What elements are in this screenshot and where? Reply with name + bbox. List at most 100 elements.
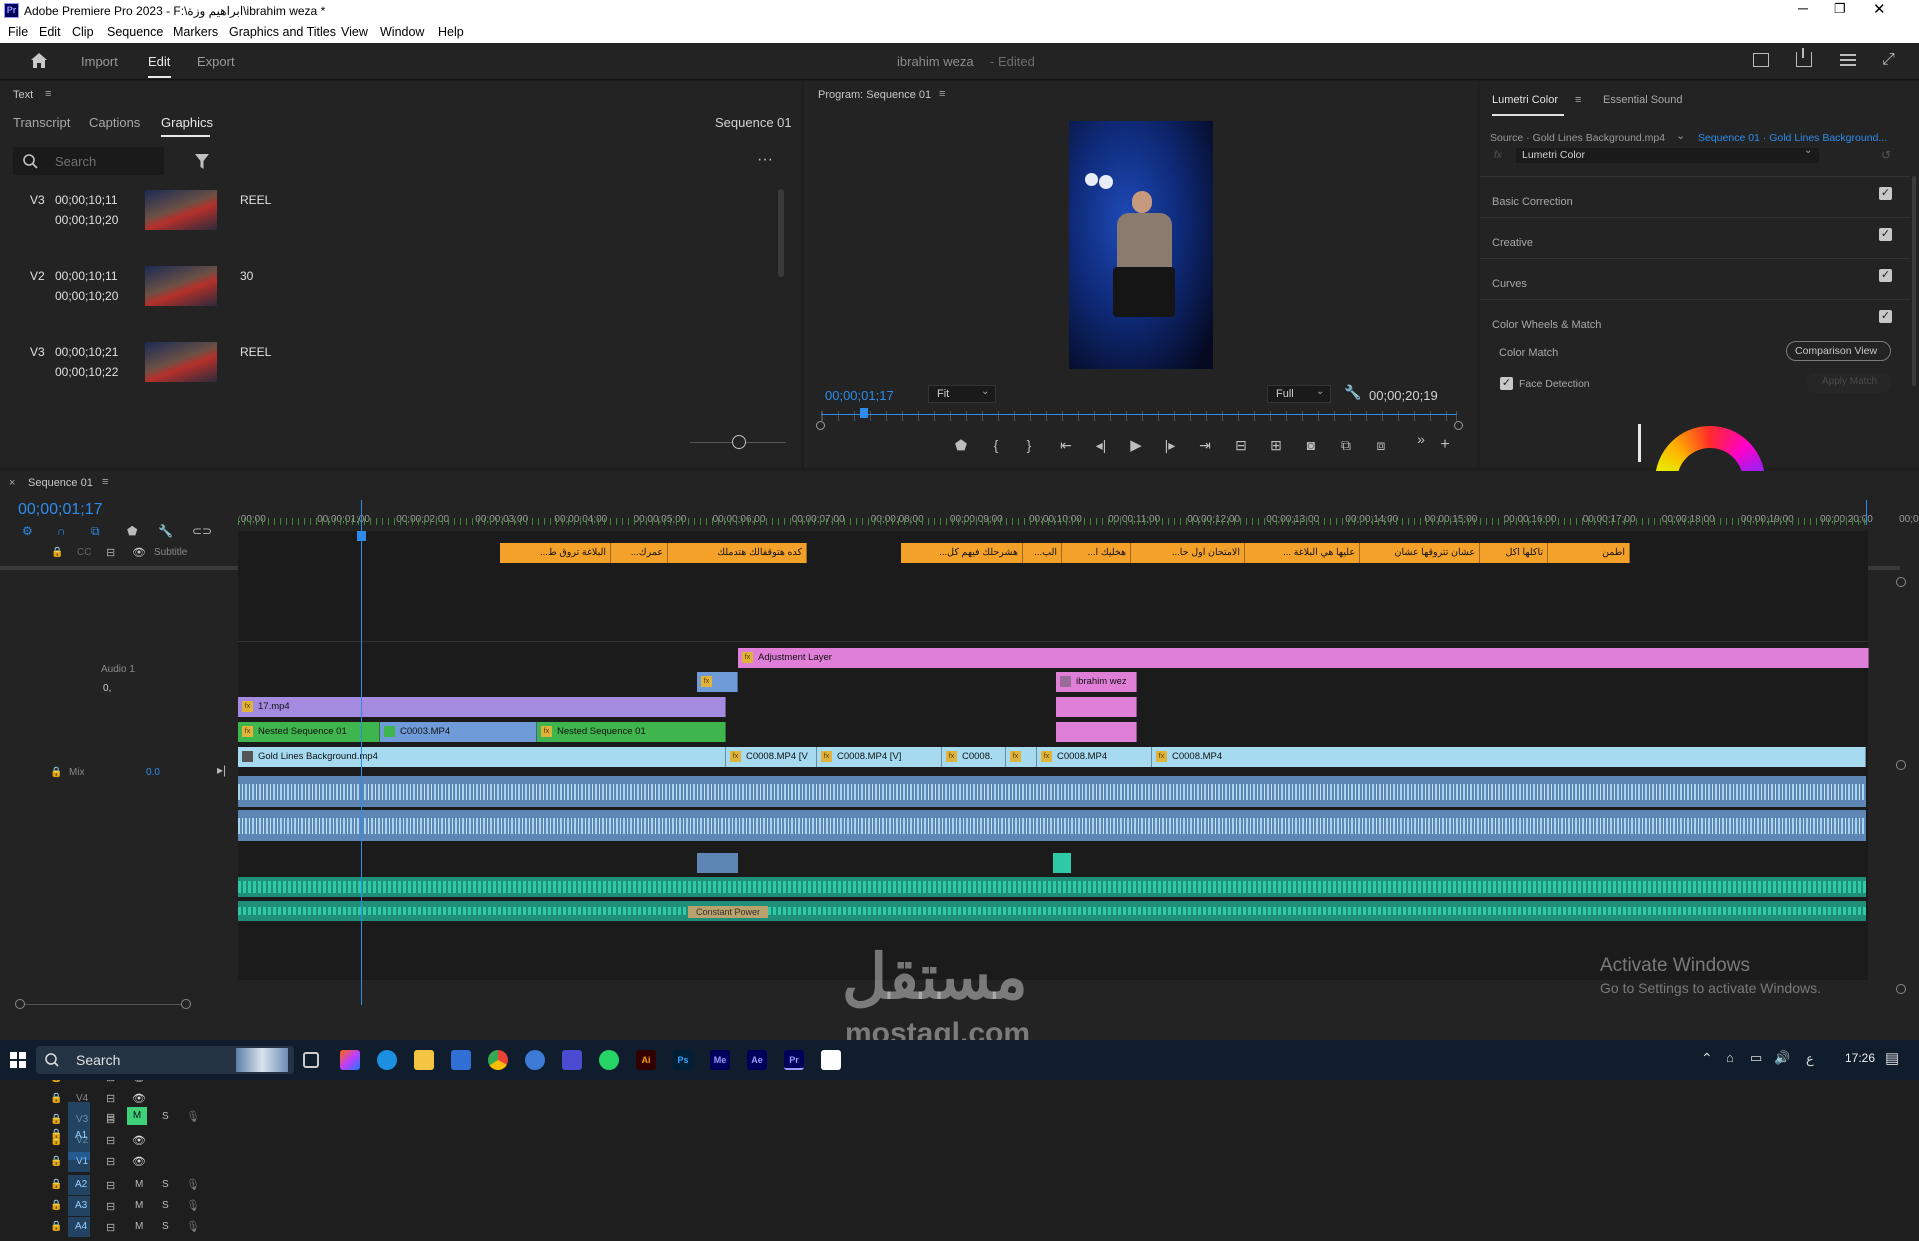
close-icon[interactable]: ✕	[1873, 0, 1886, 18]
solo-button[interactable]: S	[162, 1111, 169, 1122]
monitor-playhead[interactable]	[860, 408, 869, 418]
menu-window[interactable]: Window	[380, 25, 424, 39]
wrench-icon[interactable]: 🔧	[1344, 384, 1361, 401]
luma-slider[interactable]	[1638, 424, 1641, 462]
photos-icon[interactable]	[562, 1050, 582, 1070]
adjustment-layer-clip[interactable]: fx Adjustment Layer	[738, 648, 1869, 668]
zoom-handle-right[interactable]	[181, 999, 191, 1009]
add-marker-icon[interactable]: ⬟	[127, 524, 137, 538]
overwrite-icon[interactable]: ⧈	[1371, 437, 1391, 454]
mute-button[interactable]: M	[135, 1221, 143, 1232]
minimize-icon[interactable]: ─	[1798, 0, 1808, 16]
effect-select[interactable]: Lumetri Color ⌄	[1516, 145, 1819, 163]
step-back-icon[interactable]: ◂|	[1092, 437, 1110, 454]
constant-power-transition[interactable]: Constant Power	[688, 906, 768, 918]
sequence-clip-link[interactable]: Sequence 01 · Gold Lines Background...	[1698, 132, 1887, 144]
search-box[interactable]: Search	[13, 147, 164, 175]
clock[interactable]: 17:26	[1845, 1051, 1875, 1065]
mute-button[interactable]: M	[135, 1200, 143, 1211]
sync-lock-icon[interactable]: ⊟	[106, 1179, 115, 1192]
eye-icon[interactable]: 👁	[132, 1134, 146, 1147]
lock-icon[interactable]: 🔒	[50, 1221, 62, 1232]
solo-button[interactable]: S	[162, 1179, 169, 1190]
calendar-icon[interactable]	[821, 1050, 841, 1070]
whatsapp-icon[interactable]	[599, 1050, 619, 1070]
mute-button[interactable]: M	[127, 1107, 147, 1125]
notification-icon[interactable]: ▤	[1885, 1049, 1899, 1067]
panel-menu-icon[interactable]: ≡	[1575, 94, 1581, 106]
volume-icon[interactable]: 🔊	[1774, 1050, 1790, 1066]
share-icon[interactable]	[1796, 48, 1812, 67]
network-icon[interactable]: ⌂	[1726, 1050, 1734, 1065]
menu-sequence[interactable]: Sequence	[107, 25, 163, 39]
tab-lumetri-color[interactable]: Lumetri Color	[1492, 94, 1558, 106]
home-icon[interactable]	[30, 52, 48, 69]
mark-out-icon[interactable]: }	[1020, 437, 1038, 453]
panel-menu-icon[interactable]: ≡	[102, 476, 108, 488]
menu-graphics-and-titles[interactable]: Graphics and Titles	[229, 25, 336, 39]
caption-clip[interactable]: عليها هي البلاغة ...	[1245, 543, 1360, 563]
a2-clip[interactable]	[697, 853, 738, 873]
illustrator-icon[interactable]: Ai	[636, 1050, 656, 1070]
list-scrollbar[interactable]	[778, 189, 784, 277]
nest-icon[interactable]: ⚙	[22, 524, 33, 538]
graphics-list-item[interactable]: V3 00;00;10;21 00;00;10;22 REEL	[0, 342, 770, 407]
v1-c0008-clip[interactable]: fx	[1006, 747, 1037, 767]
extract-icon[interactable]: ⊞	[1266, 437, 1286, 454]
v1-c0008-clip[interactable]: fx C0008.MP4	[1037, 747, 1152, 767]
chrome-icon[interactable]	[488, 1050, 508, 1070]
mix-end-icon[interactable]: ▸|	[217, 763, 226, 777]
taskbar-search[interactable]: Search	[36, 1046, 294, 1074]
v1-c0008-clip[interactable]: fx C0008.	[942, 747, 1006, 767]
sync-lock-icon[interactable]: ⊟	[106, 1221, 115, 1234]
menu-help[interactable]: Help	[438, 25, 464, 39]
workspaces-icon[interactable]	[1840, 54, 1856, 66]
sync-lock-icon[interactable]: ⊟	[106, 1155, 115, 1168]
play-icon[interactable]: ▶	[1126, 436, 1146, 454]
add-marker-icon[interactable]: ⬟	[952, 437, 970, 454]
eye-icon[interactable]: 👁	[132, 546, 146, 559]
v3-pink-clip[interactable]	[1056, 697, 1137, 717]
microphone-icon[interactable]: 🎙	[186, 1199, 200, 1212]
section-creative[interactable]: Creative	[1492, 237, 1533, 249]
caption-clip[interactable]: تاكلها اكل	[1480, 543, 1548, 563]
captions-track[interactable]: البلاغة تروق ط... عمرك... كده هتوقفالك هتد…	[238, 543, 1868, 563]
maximize-icon[interactable]: ❐	[1834, 1, 1846, 17]
v1-c0008-clip[interactable]: fx C0008.MP4	[1152, 747, 1866, 767]
wrench-icon[interactable]: 🔧	[158, 524, 173, 538]
v1-gold-lines-clip[interactable]: Gold Lines Background.mp4	[238, 747, 726, 767]
media-encoder-icon[interactable]: Me	[710, 1050, 730, 1070]
a1-waveform-left[interactable]	[238, 776, 1866, 807]
store-icon[interactable]	[451, 1050, 471, 1070]
creative-checkbox[interactable]: ✓	[1879, 228, 1892, 241]
close-sequence-icon[interactable]: ×	[9, 477, 15, 489]
premiere-taskbar-icon[interactable]: Pr	[784, 1050, 804, 1070]
microphone-icon[interactable]: 🎙	[186, 1178, 200, 1191]
caption-clip[interactable]: اطمن	[1548, 543, 1630, 563]
a2-clip[interactable]	[1053, 853, 1071, 873]
a1-waveform-right[interactable]	[238, 810, 1866, 841]
sync-lock-icon[interactable]: ⊟	[106, 546, 115, 559]
tab-captions[interactable]: Captions	[89, 115, 140, 130]
timeline-playhead[interactable]	[361, 500, 362, 1005]
panel-menu-icon[interactable]: ≡	[939, 88, 945, 100]
menu-view[interactable]: View	[341, 25, 368, 39]
timeline-timecode[interactable]: 00;00;01;17	[18, 501, 103, 519]
snap-icon[interactable]: ∩	[57, 524, 66, 538]
lock-icon[interactable]: 🔒	[50, 1200, 62, 1211]
lock-icon[interactable]: 🔒	[50, 1129, 62, 1140]
go-to-in-icon[interactable]: ⇤	[1056, 437, 1076, 454]
edge-icon[interactable]	[377, 1050, 397, 1070]
solo-button[interactable]: S	[162, 1221, 169, 1232]
microphone-icon[interactable]: 🎙	[186, 1110, 200, 1123]
menu-edit[interactable]: Edit	[39, 25, 61, 39]
lock-icon[interactable]: 🔒	[50, 1179, 62, 1190]
battery-icon[interactable]: ▭	[1750, 1050, 1762, 1066]
horizontal-zoom-bar[interactable]	[20, 1004, 186, 1005]
linked-selection-icon[interactable]: ⧉	[91, 524, 100, 539]
v2-nested-sequence-clip[interactable]: fx Nested Sequence 01	[238, 722, 380, 742]
curves-checkbox[interactable]: ✓	[1879, 269, 1892, 282]
lumetri-scrollbar[interactable]	[1912, 176, 1916, 386]
more-options-icon[interactable]: ···	[757, 151, 773, 169]
caption-clip[interactable]: الامتحان اول حا...	[1131, 543, 1245, 563]
